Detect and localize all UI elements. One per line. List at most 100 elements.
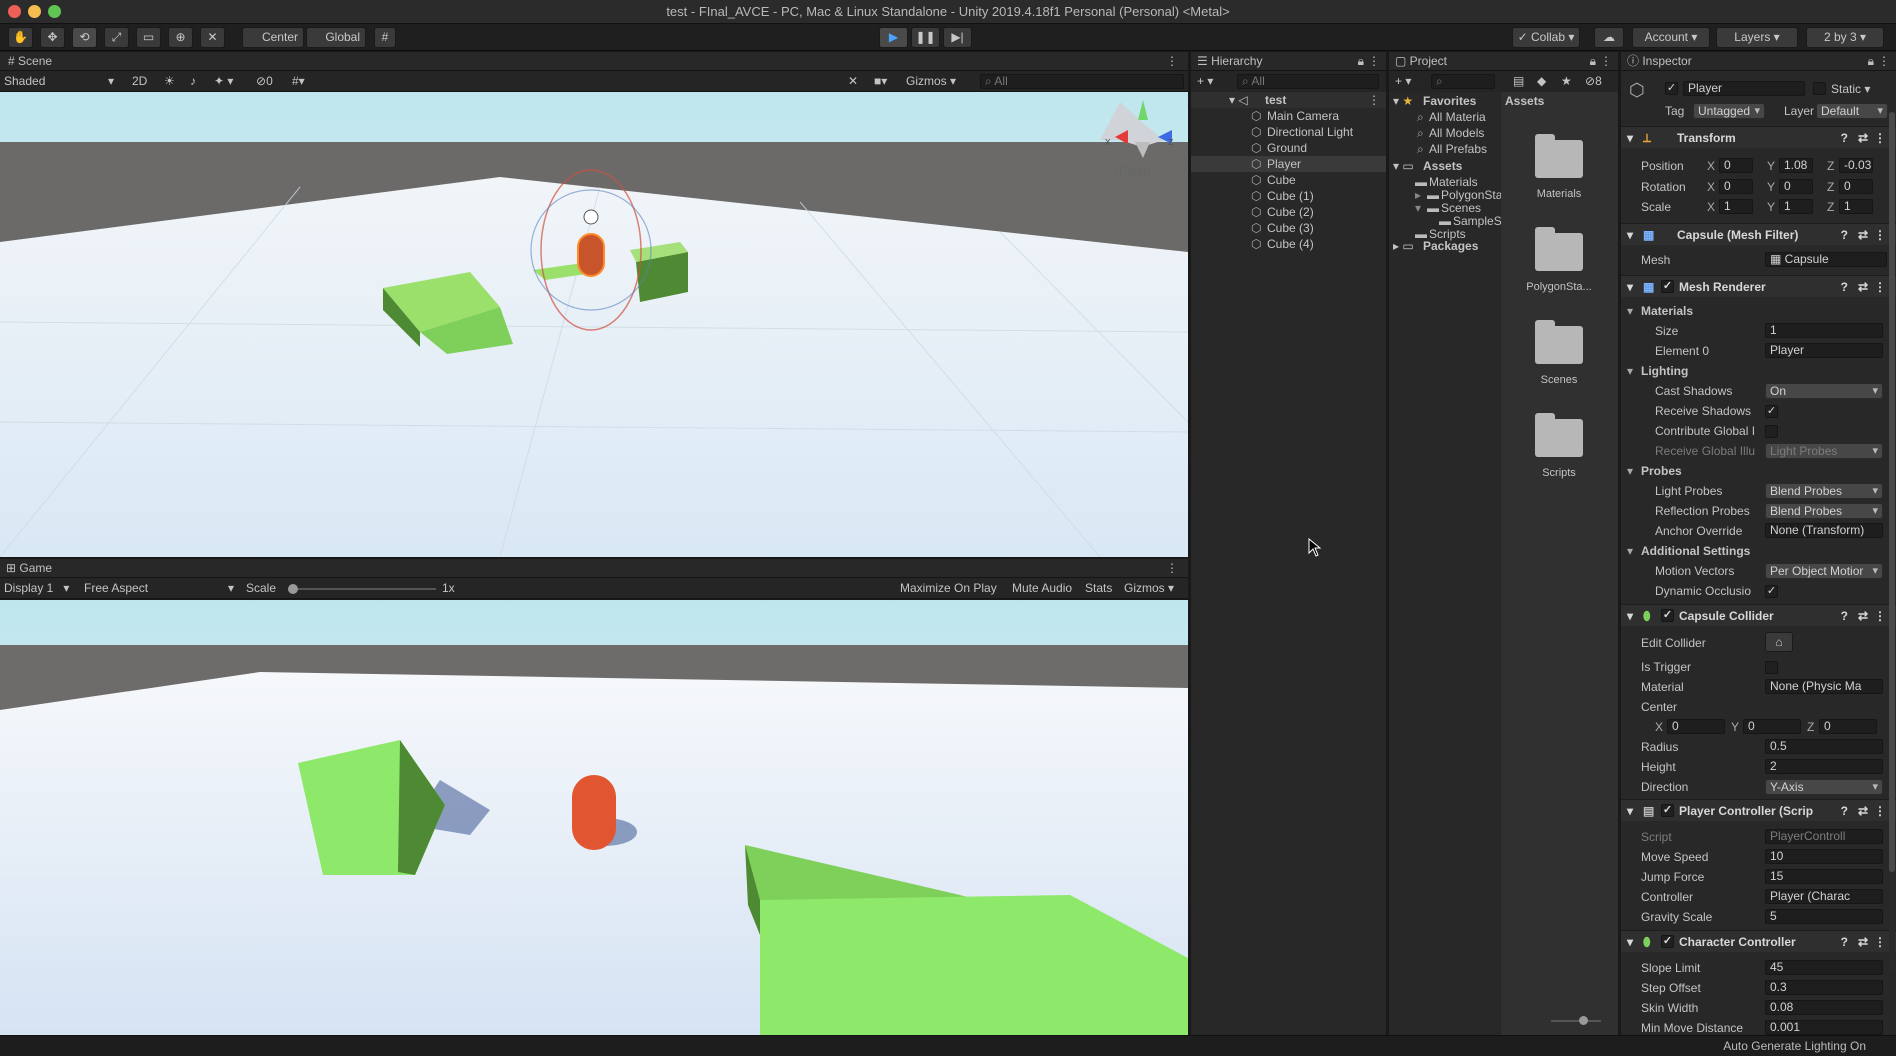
inspector-menu-icon[interactable]: ⋮ xyxy=(1878,52,1890,71)
controller-field[interactable]: Player (Charac xyxy=(1765,889,1883,904)
player-controller-help-icon[interactable]: ? xyxy=(1841,800,1848,822)
step-button[interactable]: ▶| xyxy=(943,27,972,48)
asset-folder-polygonsta[interactable]: PolygonSta... xyxy=(1511,223,1607,303)
rotation-y-field[interactable]: 0 xyxy=(1779,179,1813,194)
mesh-filter-help-icon[interactable]: ? xyxy=(1841,224,1848,246)
search-by-label-icon[interactable]: ◆ xyxy=(1537,74,1546,88)
hierarchy-item-cube[interactable]: ⬡ Cube xyxy=(1191,172,1386,188)
mesh-renderer-enabled-checkbox[interactable]: ✓ xyxy=(1661,280,1674,293)
mesh-filter-menu-icon[interactable]: ⋮ xyxy=(1874,224,1886,246)
position-y-field[interactable]: 1.08 xyxy=(1779,158,1813,173)
hierarchy-search-input[interactable]: ⌕ All xyxy=(1237,74,1379,89)
favorite-item-all-prefabs[interactable]: ⌕ All Prefabs xyxy=(1389,141,1499,157)
game-viewport[interactable] xyxy=(0,600,1188,1035)
scene-tab[interactable]: # Scene xyxy=(8,52,52,71)
direction-dropdown[interactable]: Y-Axis xyxy=(1765,779,1883,795)
element-0-field[interactable]: Player xyxy=(1765,343,1883,358)
min-move-distance-field[interactable]: 0.001 xyxy=(1765,1020,1883,1035)
skin-width-field[interactable]: 0.08 xyxy=(1765,1000,1883,1015)
display-dropdown[interactable]: Display 1 ▾ xyxy=(4,581,69,595)
transform-preset-icon[interactable]: ⇄ xyxy=(1858,127,1868,149)
hand-tool-icon[interactable]: ✋ xyxy=(8,27,33,48)
receive-shadows-checkbox[interactable]: ✓ xyxy=(1765,405,1778,418)
audio-toggle-icon[interactable]: ♪ xyxy=(190,74,196,88)
project-lock-icon[interactable]: 🔒︎ xyxy=(1590,52,1596,71)
persp-label[interactable]: <Persp xyxy=(1112,164,1151,178)
maximize-on-play-toggle[interactable]: Maximize On Play xyxy=(900,581,997,595)
hierarchy-item-ground[interactable]: ⬡ Ground xyxy=(1191,140,1386,156)
center-y-field[interactable]: 0 xyxy=(1743,719,1801,734)
hierarchy-tab[interactable]: ☰ Hierarchy xyxy=(1197,52,1262,71)
packages-row[interactable]: ▸ ▭ Packages xyxy=(1389,238,1499,254)
position-z-field[interactable]: -0.03( xyxy=(1839,158,1873,173)
hierarchy-add-button[interactable]: + ▾ xyxy=(1197,74,1213,88)
move-speed-field[interactable]: 10 xyxy=(1765,849,1883,864)
contribute-gi-checkbox[interactable] xyxy=(1765,425,1778,438)
transform-help-icon[interactable]: ? xyxy=(1841,127,1848,149)
asset-folder-scripts[interactable]: Scripts xyxy=(1511,409,1607,489)
capsule-collider-help-icon[interactable]: ? xyxy=(1841,605,1848,627)
scale-y-field[interactable]: 1 xyxy=(1779,199,1813,214)
tag-dropdown[interactable]: Untagged xyxy=(1693,103,1765,119)
inspector-scrollbar[interactable] xyxy=(1889,112,1895,972)
height-field[interactable]: 2 xyxy=(1765,759,1883,774)
hierarchy-menu-icon[interactable]: ⋮ xyxy=(1368,52,1380,71)
mute-audio-toggle[interactable]: Mute Audio xyxy=(1012,581,1072,595)
scene-viewport[interactable]: x z <Persp xyxy=(0,92,1188,557)
hierarchy-item-player[interactable]: ⬡ Player xyxy=(1191,156,1386,172)
hidden-objects-icon[interactable]: ⊘0 xyxy=(256,74,273,88)
icon-size-slider[interactable] xyxy=(1551,1016,1601,1025)
capsule-collider-menu-icon[interactable]: ⋮ xyxy=(1874,605,1886,627)
project-menu-icon[interactable]: ⋮ xyxy=(1600,52,1612,71)
pivot-center-button[interactable]: Center xyxy=(242,27,304,48)
mesh-renderer-help-icon[interactable]: ? xyxy=(1841,276,1848,298)
lighting-toggle-icon[interactable]: ☀ xyxy=(164,74,175,88)
static-dropdown[interactable]: Static ▾ xyxy=(1831,82,1870,96)
shading-mode-dropdown[interactable]: Shaded xyxy=(4,74,45,88)
hierarchy-item-cube-2[interactable]: ⬡ Cube (2) xyxy=(1191,204,1386,220)
game-tab[interactable]: ⊞ Game xyxy=(6,559,52,578)
layer-dropdown[interactable]: Default xyxy=(1816,103,1888,119)
inspector-lock-icon[interactable]: 🔒︎ xyxy=(1868,52,1874,71)
hierarchy-item-directional-light[interactable]: ⬡ Directional Light xyxy=(1191,124,1386,140)
layout-dropdown[interactable]: 2 by 3 ▾ xyxy=(1806,27,1884,48)
character-controller-help-icon[interactable]: ? xyxy=(1841,931,1848,953)
slope-limit-field[interactable]: 45 xyxy=(1765,960,1883,975)
mesh-renderer-menu-icon[interactable]: ⋮ xyxy=(1874,276,1886,298)
probes-section-foldout-icon[interactable]: ▾ xyxy=(1627,464,1633,478)
project-hidden-icon[interactable]: ⊘8 xyxy=(1585,74,1602,88)
grid-toggle-icon[interactable]: #▾ xyxy=(292,74,305,88)
character-controller-menu-icon[interactable]: ⋮ xyxy=(1874,931,1886,953)
project-add-button[interactable]: + ▾ xyxy=(1395,74,1411,88)
step-offset-field[interactable]: 0.3 xyxy=(1765,980,1883,995)
jump-force-field[interactable]: 15 xyxy=(1765,869,1883,884)
favorites-row[interactable]: ▾ ★ Favorites xyxy=(1389,93,1499,109)
pivot-global-button[interactable]: Global xyxy=(306,27,366,48)
asset-folder-materials[interactable]: Materials xyxy=(1511,130,1607,210)
project-search-input[interactable]: ⌕ xyxy=(1431,74,1495,89)
aspect-dropdown[interactable]: Free Aspect xyxy=(84,581,148,595)
favorite-item-all-materia[interactable]: ⌕ All Materia xyxy=(1389,109,1499,125)
player-controller-enabled-checkbox[interactable]: ✓ xyxy=(1661,804,1674,817)
scale-slider[interactable] xyxy=(288,584,436,594)
account-dropdown[interactable]: Account ▾ xyxy=(1632,27,1710,48)
is-trigger-checkbox[interactable] xyxy=(1765,661,1778,674)
asset-folder-scenes[interactable]: Scenes xyxy=(1511,316,1607,396)
custom-tool-icon[interactable]: ✕ xyxy=(200,27,225,48)
light-probes-field[interactable]: Blend Probes xyxy=(1765,483,1883,499)
hierarchy-item-cube-3[interactable]: ⬡ Cube (3) xyxy=(1191,220,1386,236)
mesh-renderer-preset-icon[interactable]: ⇄ xyxy=(1858,276,1868,298)
player-controller-preset-icon[interactable]: ⇄ xyxy=(1858,800,1868,822)
scale-tool-icon[interactable]: ⤢ xyxy=(104,27,129,48)
grid-snap-icon[interactable]: # xyxy=(374,27,396,48)
transform-menu-icon[interactable]: ⋮ xyxy=(1874,127,1886,149)
character-controller-preset-icon[interactable]: ⇄ xyxy=(1858,931,1868,953)
hierarchy-item-cube-1[interactable]: ⬡ Cube (1) xyxy=(1191,188,1386,204)
edit-collider-button[interactable]: ⌂ xyxy=(1765,632,1793,652)
lighting-section-foldout-icon[interactable]: ▾ xyxy=(1627,364,1633,378)
motion-vectors-field[interactable]: Per Object Motior xyxy=(1765,563,1883,579)
2d-toggle[interactable]: 2D xyxy=(132,74,147,88)
assets-tree-row[interactable]: ▾ ▭ Assets xyxy=(1389,158,1499,174)
size-field[interactable]: 1 xyxy=(1765,323,1883,338)
scene-row-menu-icon[interactable]: ⋮ xyxy=(1368,92,1380,108)
